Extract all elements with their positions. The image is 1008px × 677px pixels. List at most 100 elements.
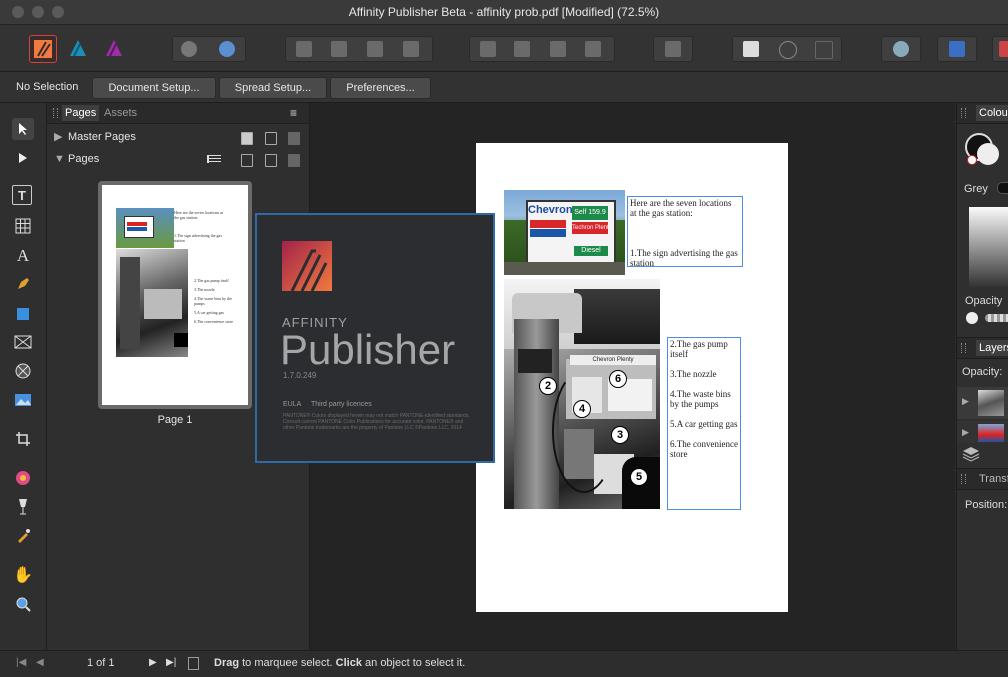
tab-layers[interactable]: Layers: [976, 340, 1008, 356]
frame-group: [732, 36, 842, 62]
baseline-group: [937, 36, 977, 62]
preflight-icon[interactable]: [219, 41, 235, 57]
first-page-icon[interactable]: |◀: [16, 657, 26, 668]
expand-arrow-icon[interactable]: ▶: [54, 126, 62, 148]
text-frame-icon[interactable]: [743, 41, 759, 57]
snapping-icon[interactable]: [999, 41, 1008, 57]
grey-slider[interactable]: [997, 182, 1008, 194]
node-tool-icon[interactable]: [12, 147, 34, 169]
intro-text: Here are the seven locations at the gas …: [630, 198, 732, 218]
delete-page-icon[interactable]: [288, 154, 300, 167]
tab-pages[interactable]: Pages: [62, 105, 100, 121]
ellipse-frame-icon[interactable]: [779, 41, 797, 59]
move-forward-icon[interactable]: [367, 41, 383, 57]
add-page-icon[interactable]: [241, 154, 253, 167]
publisher-persona-icon[interactable]: [29, 35, 57, 63]
upload-icon[interactable]: [181, 41, 197, 57]
ellipse-frame-tool-icon[interactable]: [12, 360, 34, 382]
item1-text: 1.The sign advertising the gas station: [630, 248, 738, 268]
hand-tool-icon[interactable]: ✋: [12, 564, 34, 586]
context-toolbar: No Selection Document Setup... Spread Se…: [0, 72, 1008, 103]
panel-grip-icon[interactable]: [53, 108, 58, 118]
sign-photo[interactable]: Chevron Self 159.9 Techron Plenty! Diese…: [504, 190, 625, 275]
preview-icon[interactable]: [893, 41, 909, 57]
zoom-tool-icon[interactable]: [12, 593, 34, 615]
move-backward-icon[interactable]: [331, 41, 347, 57]
layers-opacity-label: Opacity:: [962, 366, 1003, 378]
panel-grip-icon[interactable]: [961, 108, 966, 118]
frame-text-tool-icon[interactable]: T: [12, 185, 32, 205]
preferences-button[interactable]: Preferences...: [330, 77, 431, 99]
opacity-handle[interactable]: [966, 312, 978, 324]
fill-stroke-swatch[interactable]: [965, 133, 999, 165]
item2-text: 2.The gas pump itself: [670, 339, 728, 359]
main-toolbar: [0, 25, 1008, 72]
tab-colour[interactable]: Colour: [976, 105, 1008, 121]
page-thumbnail[interactable]: Here are the seven locations at the gas …: [98, 181, 252, 409]
duplicate-page-icon[interactable]: [265, 154, 277, 167]
panel-menu-icon[interactable]: ≡: [290, 106, 297, 120]
expand-arrow-icon[interactable]: ▶: [962, 396, 969, 407]
flip-horizontal-icon[interactable]: [480, 41, 496, 57]
move-front-icon[interactable]: [403, 41, 419, 57]
artistic-text-tool-icon[interactable]: A: [12, 245, 34, 267]
rotate-left-icon[interactable]: [550, 41, 566, 57]
rectangle-tool-icon[interactable]: [12, 303, 34, 325]
right-studio-panel: Colour Grey Opacity Layers Opacity: ▶ ▶ …: [956, 103, 1008, 650]
spread-setup-button[interactable]: Spread Setup...: [219, 77, 327, 99]
designer-persona-icon[interactable]: [66, 36, 90, 60]
last-page-icon[interactable]: ▶|: [166, 657, 176, 668]
flip-group: [469, 36, 615, 62]
previous-page-icon[interactable]: ◀: [36, 657, 44, 668]
place-image-tool-icon[interactable]: [12, 389, 34, 411]
pen-tool-icon[interactable]: [12, 273, 34, 295]
expand-arrow-icon[interactable]: ▶: [962, 427, 969, 438]
sign-price-text: Self 159.9: [572, 206, 608, 220]
move-tool-icon[interactable]: [12, 118, 34, 140]
marker-2: 2: [539, 377, 557, 395]
collapse-arrow-icon[interactable]: ▼: [54, 148, 65, 170]
photo-persona-icon[interactable]: [102, 36, 126, 60]
crop-tool-icon[interactable]: [12, 428, 34, 450]
layer-row[interactable]: ▶: [957, 387, 1008, 419]
grey-label: Grey: [964, 183, 988, 195]
page-spread-icon[interactable]: [241, 132, 253, 145]
opacity-label: Opacity: [965, 295, 1003, 307]
document-page[interactable]: Chevron Self 159.9 Techron Plenty! Diese…: [476, 143, 788, 612]
align-icon[interactable]: [665, 41, 681, 57]
arrange-group: [285, 36, 433, 62]
trash-icon[interactable]: [288, 132, 300, 145]
duplicate-icon[interactable]: [265, 132, 277, 145]
layer-row[interactable]: ▶: [957, 421, 1008, 443]
transparency-tool-icon[interactable]: [12, 496, 34, 518]
spread-view-icon[interactable]: [188, 657, 199, 670]
third-party-licences-link[interactable]: Third party licences: [311, 401, 372, 408]
next-page-icon[interactable]: ▶: [149, 657, 157, 668]
panel-grip-icon[interactable]: [961, 474, 966, 484]
grey-ramp[interactable]: [969, 207, 1008, 287]
rotate-right-icon[interactable]: [585, 41, 601, 57]
pages-row[interactable]: ▼ Pages: [47, 148, 309, 170]
intro-text-frame[interactable]: Here are the seven locations at the gas …: [627, 196, 743, 268]
tab-transform[interactable]: Transf: [976, 471, 1008, 487]
layers-stack-icon[interactable]: [961, 445, 981, 463]
about-splash-dialog[interactable]: AFFINITY Publisher 1.7.0.249 EULA Third …: [255, 213, 495, 463]
tab-assets[interactable]: Assets: [101, 105, 140, 121]
baseline-grid-icon[interactable]: [949, 41, 965, 57]
color-picker-tool-icon[interactable]: [12, 525, 34, 547]
opacity-slider[interactable]: [985, 314, 1008, 322]
picture-frame-tool-icon[interactable]: [12, 331, 34, 353]
splash-product: Publisher: [280, 326, 456, 373]
items-text-frame[interactable]: 2.The gas pump itself 3.The nozzle 4.The…: [667, 337, 741, 510]
table-tool-icon[interactable]: [12, 215, 34, 237]
master-pages-row[interactable]: ▶ Master Pages: [47, 126, 309, 148]
fill-tool-icon[interactable]: [12, 467, 34, 489]
page-layout-icon[interactable]: [207, 155, 221, 163]
eula-link[interactable]: EULA: [283, 401, 301, 408]
document-setup-button[interactable]: Document Setup...: [92, 77, 216, 99]
move-back-icon[interactable]: [296, 41, 312, 57]
marker-6: 6: [609, 370, 627, 388]
panel-grip-icon[interactable]: [961, 343, 966, 353]
picture-frame-icon[interactable]: [815, 41, 833, 59]
flip-vertical-icon[interactable]: [514, 41, 530, 57]
